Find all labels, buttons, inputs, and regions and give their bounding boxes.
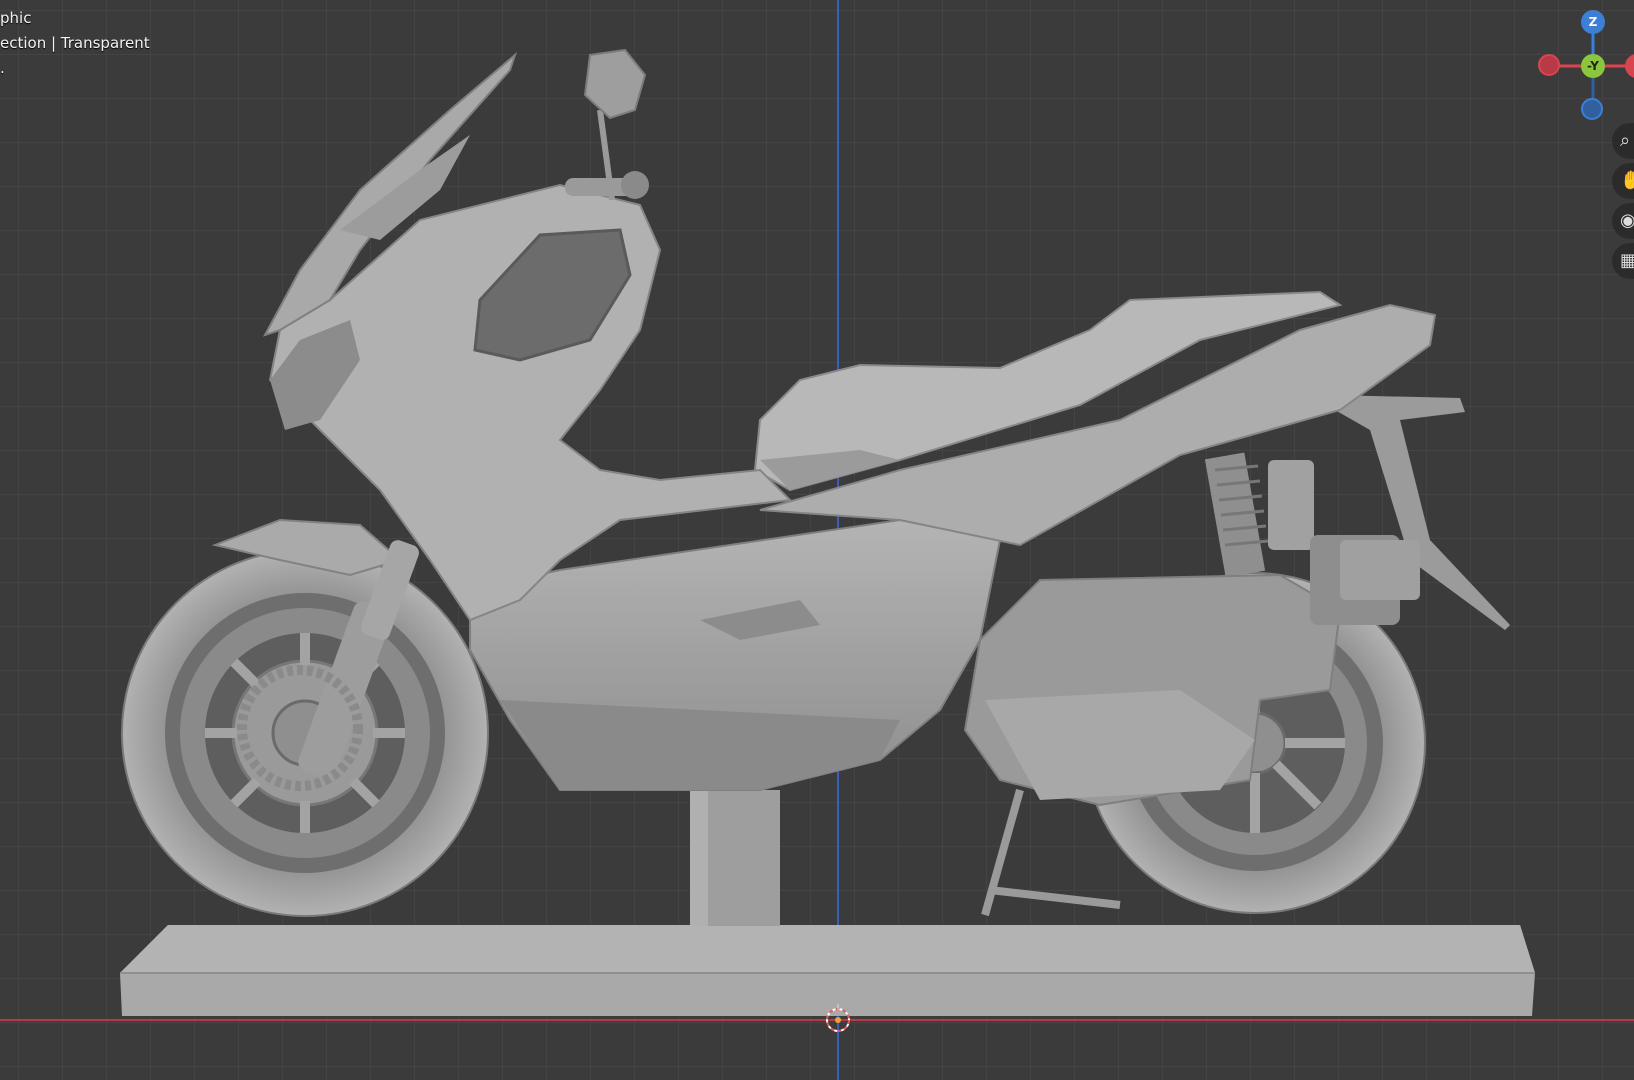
gizmo-z-axis[interactable]: Z (1581, 10, 1605, 34)
3d-cursor-icon[interactable] (824, 1004, 852, 1036)
x-axis-line (0, 1019, 1634, 1021)
gizmo-neg-z-axis[interactable] (1581, 98, 1603, 120)
gizmo-neg-y-axis[interactable]: -Y (1581, 54, 1605, 78)
front-wheel (121, 549, 489, 917)
3d-viewport[interactable]: phic ection | Transparent . Z -Y ⌕ ✋ ◉ ▦ (0, 0, 1634, 1080)
navigation-gizmo[interactable]: Z -Y (1530, 6, 1634, 124)
rear-shock (1204, 452, 1314, 578)
gizmo-neg-x-axis[interactable] (1538, 54, 1560, 76)
motorcycle-model[interactable] (0, 0, 1634, 1080)
